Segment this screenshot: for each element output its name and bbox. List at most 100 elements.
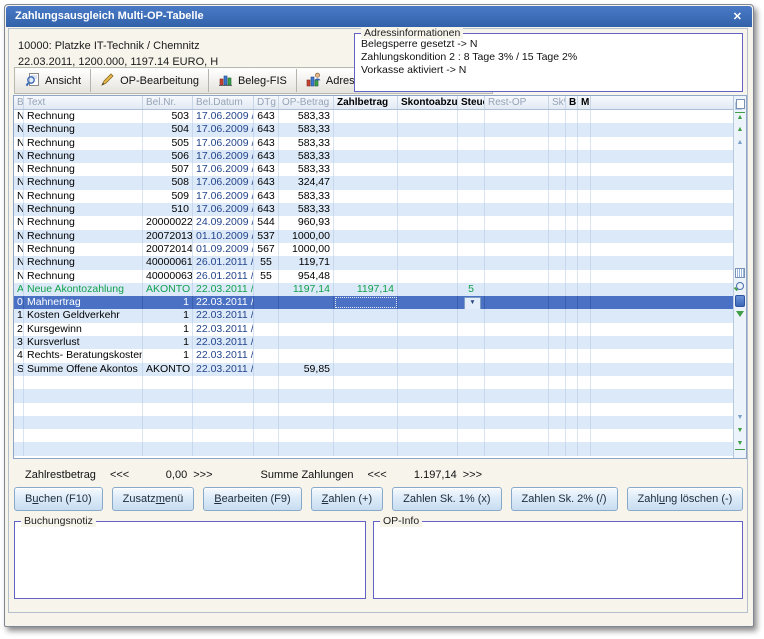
column-header-datum[interactable]: Bel.Datum bbox=[193, 96, 254, 109]
cell-rest bbox=[485, 176, 549, 189]
table-row[interactable]: 3Kursverlust122.03.2011 /Di bbox=[14, 336, 733, 349]
filter-icon[interactable] bbox=[735, 309, 745, 317]
table-row[interactable]: NRechnung51017.06.2009 /Mi643583,33 bbox=[14, 203, 733, 216]
tax-dropdown-button[interactable]: ▼ bbox=[464, 297, 481, 309]
cell-rest bbox=[485, 403, 549, 416]
buchen-f10-button[interactable]: Buchen (F10) bbox=[14, 487, 103, 511]
table-row[interactable]: NRechnung2007201301.10.2009 /Do5371000,0… bbox=[14, 230, 733, 243]
table-row[interactable]: NRechnung50417.06.2009 /Mi643583,33 bbox=[14, 123, 733, 136]
cell-b: 3 bbox=[14, 336, 24, 349]
cell-datum bbox=[193, 403, 254, 416]
cell-text: Rechnung bbox=[24, 230, 143, 243]
cell-dtg bbox=[254, 389, 279, 402]
scroll-page-down-icon[interactable]: ▼ bbox=[735, 426, 745, 436]
table-row[interactable] bbox=[14, 389, 733, 402]
cell-op: 583,33 bbox=[279, 190, 334, 203]
column-header-zb[interactable]: Zahlbetrag bbox=[334, 96, 398, 109]
column-header-st[interactable]: Steue bbox=[458, 96, 485, 109]
cell-b2 bbox=[566, 230, 578, 243]
close-icon[interactable]: ✕ bbox=[733, 10, 742, 23]
op-info-area[interactable] bbox=[374, 522, 742, 598]
scroll-bottom-icon[interactable]: ▼ bbox=[735, 439, 745, 450]
column-header-skp[interactable]: Sk% bbox=[549, 96, 566, 109]
scroll-top-icon[interactable]: ▲ bbox=[735, 112, 745, 123]
table-row[interactable]: NRechnung50317.06.2009 /Mi643583,33 bbox=[14, 110, 733, 123]
cell-dtg: 643 bbox=[254, 203, 279, 216]
cell-datum: 26.01.2011 /Mi bbox=[193, 270, 254, 283]
cell-zb bbox=[334, 323, 398, 336]
cell-st bbox=[458, 256, 485, 269]
remaining-amount-value: 0,00 bbox=[129, 469, 187, 481]
cell-belnr bbox=[143, 429, 193, 442]
table-row[interactable]: 2Kursgewinn122.03.2011 /Di bbox=[14, 323, 733, 336]
cell-rest bbox=[485, 363, 549, 376]
cell-text: Kosten Geldverkehr bbox=[24, 309, 143, 322]
cell-datum: 01.10.2009 /Do bbox=[193, 230, 254, 243]
table-row[interactable]: 0Mahnertrag122.03.2011 /Di▼ bbox=[14, 296, 733, 309]
cell-rest bbox=[485, 429, 549, 442]
scroll-page-up-icon[interactable]: ▲ bbox=[735, 125, 745, 135]
columns-icon[interactable] bbox=[735, 266, 745, 278]
table-row[interactable]: SSumme Offene AkontosAKONTO22.03.2011 /D… bbox=[14, 363, 733, 376]
table-row[interactable] bbox=[14, 376, 733, 389]
tab-beleg-fis[interactable]: Beleg-FIS bbox=[209, 69, 297, 92]
column-header-op[interactable]: OP-Betrag bbox=[279, 96, 334, 109]
column-header-rest[interactable]: Rest-OP bbox=[485, 96, 549, 109]
zusatzmen-button[interactable]: Zusatzmenü bbox=[112, 487, 195, 511]
table-row[interactable]: NRechnung2007201401.09.2009 /Di5671000,0… bbox=[14, 243, 733, 256]
column-header-fill[interactable] bbox=[591, 96, 733, 109]
scroll-up-icon[interactable]: ▲ bbox=[735, 138, 745, 148]
cell-op: 583,33 bbox=[279, 110, 334, 123]
booking-note-area[interactable] bbox=[15, 522, 365, 598]
table-row[interactable]: NRechnung4000006326.01.2011 /Mi55954,48 bbox=[14, 270, 733, 283]
table-row[interactable]: NRechnung4000006126.01.2011 /Mi55119,71 bbox=[14, 256, 733, 269]
cell-belnr: AKONTO bbox=[143, 363, 193, 376]
search-icon[interactable] bbox=[735, 280, 745, 290]
cell-m bbox=[578, 216, 591, 229]
cell-sk bbox=[398, 123, 458, 136]
table-row[interactable]: 1Kosten Geldverkehr122.03.2011 /Di bbox=[14, 309, 733, 322]
table-row[interactable]: NRechnung50517.06.2009 /Mi643583,33 bbox=[14, 137, 733, 150]
cell-belnr: 20072013 bbox=[143, 230, 193, 243]
cell-text: Summe Offene Akontos bbox=[24, 363, 143, 376]
column-header-dtg[interactable]: DTg bbox=[254, 96, 279, 109]
scroll-down-icon[interactable]: ▼ bbox=[735, 413, 745, 423]
table-row[interactable] bbox=[14, 429, 733, 442]
cell-skp bbox=[549, 216, 566, 229]
column-header-b[interactable]: B bbox=[14, 96, 24, 109]
tab-ansicht[interactable]: Ansicht bbox=[16, 69, 91, 92]
table-row[interactable]: NRechnung2000002224.09.2009 /Do544960,93 bbox=[14, 216, 733, 229]
column-header-m[interactable]: M bbox=[578, 96, 591, 109]
table-row[interactable]: NRechnung50617.06.2009 /Mi643583,33 bbox=[14, 150, 733, 163]
cell-m bbox=[578, 323, 591, 336]
table-row[interactable]: 4Rechts- Beratungskosten122.03.2011 /Di bbox=[14, 349, 733, 362]
booking-note-box: Buchungsnotiz bbox=[14, 521, 366, 599]
app-window: Zahlungsausgleich Multi-OP-Tabelle ✕ 100… bbox=[4, 4, 754, 627]
table-row[interactable]: ANeue AkontozahlungAKONTO22.03.2011 /Di1… bbox=[14, 283, 733, 296]
cell-sk bbox=[398, 110, 458, 123]
cell-text: Rechnung bbox=[24, 256, 143, 269]
table-row[interactable]: NRechnung50717.06.2009 /Mi643583,33 bbox=[14, 163, 733, 176]
copy-table-icon[interactable] bbox=[735, 97, 745, 109]
bearbeiten-f9-button[interactable]: Bearbeiten (F9) bbox=[203, 487, 301, 511]
zahlung-l-schen-button[interactable]: Zahlung löschen (-) bbox=[627, 487, 744, 511]
zahlen-sk-2-button[interactable]: Zahlen Sk. 2% (/) bbox=[511, 487, 618, 511]
column-header-sk[interactable]: Skontoabzug bbox=[398, 96, 458, 109]
cell-datum: 17.06.2009 /Mi bbox=[193, 190, 254, 203]
cell-fill bbox=[591, 323, 733, 336]
table-row[interactable] bbox=[14, 442, 733, 455]
table-row[interactable] bbox=[14, 416, 733, 429]
table-row[interactable]: NRechnung50817.06.2009 /Mi643324,47 bbox=[14, 176, 733, 189]
zahlen-button[interactable]: Zahlen (+) bbox=[311, 487, 383, 511]
column-header-belnr[interactable]: Bel.Nr. bbox=[143, 96, 193, 109]
column-header-text[interactable]: Text bbox=[24, 96, 143, 109]
table-row[interactable] bbox=[14, 403, 733, 416]
column-header-b2[interactable]: B bbox=[566, 96, 578, 109]
tab-op-bearbeitung[interactable]: OP-Bearbeitung bbox=[91, 69, 209, 92]
cell-fill bbox=[591, 429, 733, 442]
cell-b bbox=[14, 389, 24, 402]
zahlen-sk-1-x-button[interactable]: Zahlen Sk. 1% (x) bbox=[392, 487, 501, 511]
table-row[interactable]: NRechnung50917.06.2009 /Mi643583,33 bbox=[14, 190, 733, 203]
cell-b bbox=[14, 442, 24, 455]
scrollbar-thumb[interactable] bbox=[735, 295, 745, 307]
